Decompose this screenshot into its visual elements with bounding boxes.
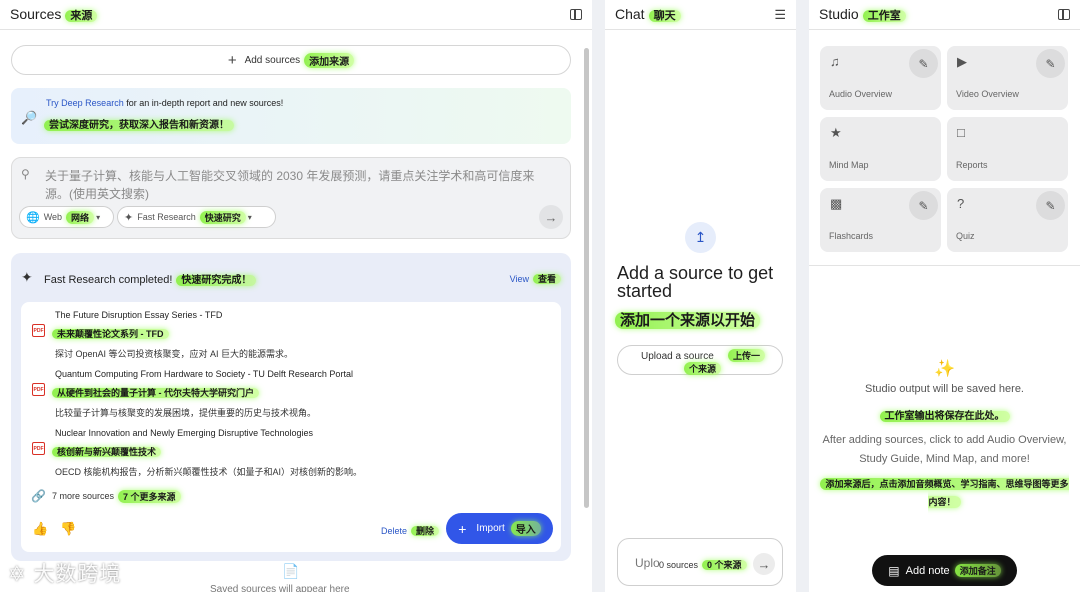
- upload-icon[interactable]: ↥: [685, 222, 716, 253]
- flashcards-tile[interactable]: ▩ Flashcards ✎: [820, 188, 941, 252]
- sources-header: Sources 来源: [0, 0, 592, 30]
- upload-source-button[interactable]: Upload a source 上传一 个来源: [617, 345, 783, 375]
- pdf-icon: PDF: [32, 324, 45, 337]
- studio-panel: Studio 工作室 ♫ Audio Overview ✎ ▶ Video Ove…: [809, 0, 1080, 592]
- fast-research-title: Fast Research completed! 快速研究完成！: [44, 271, 257, 286]
- pencil-icon[interactable]: ✎: [909, 191, 938, 220]
- mind-map-tile[interactable]: ★ Mind Map: [820, 117, 941, 181]
- chat-input[interactable]: Uplo 0 sources 0 个来源 →: [617, 538, 783, 586]
- sources-panel: Sources 来源 + Add sources 添加来源 🔎 Try Deep …: [0, 0, 592, 592]
- studio-header: Studio 工作室: [809, 0, 1080, 30]
- empty-state-heading: Add a source to get started: [617, 263, 774, 301]
- search-icon: ⚲: [21, 167, 30, 181]
- thumbs-up-icon[interactable]: 👍: [32, 521, 48, 536]
- send-arrow-icon[interactable]: →: [753, 553, 775, 575]
- video-overview-tile[interactable]: ▶ Video Overview ✎: [947, 46, 1068, 110]
- document-icon: 📄: [282, 563, 300, 579]
- watermark: ✡​ 大数跨境: [8, 563, 122, 586]
- studio-instructions: After adding sources, click to add Audio…: [822, 434, 1067, 465]
- pdf-icon: PDF: [32, 383, 45, 396]
- source-item[interactable]: PDF Nuclear Innovation and Newly Emergin…: [21, 424, 561, 482]
- source-item[interactable]: PDF Quantum Computing From Hardware to S…: [21, 365, 561, 423]
- globe-icon: 🌐: [26, 211, 40, 224]
- video-icon: ▶: [957, 54, 967, 69]
- add-note-button[interactable]: ▤ Add note 添加备注: [872, 555, 1017, 586]
- import-button[interactable]: + Import 导入: [446, 513, 553, 544]
- source-list-card: PDF The Future Disruption Essay Series -…: [21, 302, 561, 552]
- quiz-tile[interactable]: ? Quiz ✎: [947, 188, 1068, 252]
- fast-research-result: ✦ Fast Research completed! 快速研究完成！ View 查看…: [11, 253, 571, 561]
- note-icon: ▤: [888, 563, 900, 578]
- source-item[interactable]: PDF The Future Disruption Essay Series -…: [21, 306, 561, 364]
- add-sources-button[interactable]: + Add sources 添加来源: [11, 45, 571, 75]
- audio-overview-tile[interactable]: ♫ Audio Overview ✎: [820, 46, 941, 110]
- link-icon: 🔗: [31, 489, 46, 503]
- tune-settings-icon[interactable]: ☰: [774, 7, 786, 23]
- submit-arrow-icon[interactable]: →: [539, 205, 563, 229]
- scrollbar[interactable]: [584, 48, 589, 508]
- sources-title: Sources 来源: [10, 6, 98, 23]
- delete-button[interactable]: Delete 删除: [381, 524, 440, 537]
- saved-sources-hint: Saved sources will appear here: [210, 584, 350, 592]
- research-mode-dropdown[interactable]: ✦ Fast Research 快速研究 ▾: [117, 206, 276, 228]
- chevron-down-icon: ▾: [247, 212, 252, 222]
- divider: [809, 265, 1080, 266]
- collapse-panel-icon[interactable]: [570, 9, 582, 20]
- chevron-down-icon: ▾: [96, 212, 101, 222]
- chat-panel: Chat 聊天 ☰ ↥ Add a source to get started 添…: [605, 0, 796, 592]
- research-sparkle-icon: ✦: [124, 211, 134, 224]
- view-button[interactable]: View 查看: [510, 272, 561, 285]
- audio-waveform-icon: ♫: [830, 54, 840, 69]
- research-query-box[interactable]: ⚲ 关于量子计算、核能与人工智能交叉领域的 2030 年发展预测，请重点关注学术…: [11, 157, 571, 239]
- magic-wand-icon: ✨: [934, 359, 956, 378]
- reports-tile[interactable]: □ Reports: [947, 117, 1068, 181]
- deep-research-link[interactable]: Try Deep Research: [46, 98, 124, 108]
- collapse-panel-icon[interactable]: [1058, 9, 1070, 20]
- chat-title: Chat 聊天: [615, 6, 681, 23]
- research-sparkle-icon: ✦: [21, 269, 33, 285]
- pencil-icon[interactable]: ✎: [909, 49, 938, 78]
- plus-icon: +: [458, 520, 467, 537]
- sources-title-translation: 来源: [65, 10, 98, 22]
- reports-icon: □: [957, 125, 965, 140]
- more-sources-link[interactable]: 🔗 7 more sources 7 个更多来源: [31, 489, 181, 503]
- flashcards-icon: ▩: [830, 196, 843, 211]
- mind-map-icon: ★: [830, 125, 842, 140]
- research-query-input[interactable]: 关于量子计算、核能与人工智能交叉领域的 2030 年发展预测，请重点关注学术和高…: [45, 167, 555, 203]
- pdf-icon: PDF: [32, 442, 45, 455]
- studio-output-hint: Studio output will be saved here.: [865, 383, 1024, 395]
- web-source-dropdown[interactable]: 🌐 Web 网络 ▾: [19, 206, 114, 228]
- pencil-icon[interactable]: ✎: [1036, 191, 1065, 220]
- plus-icon: +: [227, 51, 237, 69]
- deep-research-icon: 🔎: [21, 110, 38, 125]
- pencil-icon[interactable]: ✎: [1036, 49, 1065, 78]
- quiz-icon: ?: [957, 196, 965, 211]
- deep-research-banner[interactable]: 🔎 Try Deep Research for an in-depth repo…: [11, 88, 571, 144]
- studio-title: Studio 工作室: [819, 6, 906, 23]
- thumbs-down-icon[interactable]: 👎: [60, 521, 76, 536]
- source-count: 0 sources 0 个来源: [659, 558, 747, 571]
- chat-header: Chat 聊天 ☰: [605, 0, 796, 30]
